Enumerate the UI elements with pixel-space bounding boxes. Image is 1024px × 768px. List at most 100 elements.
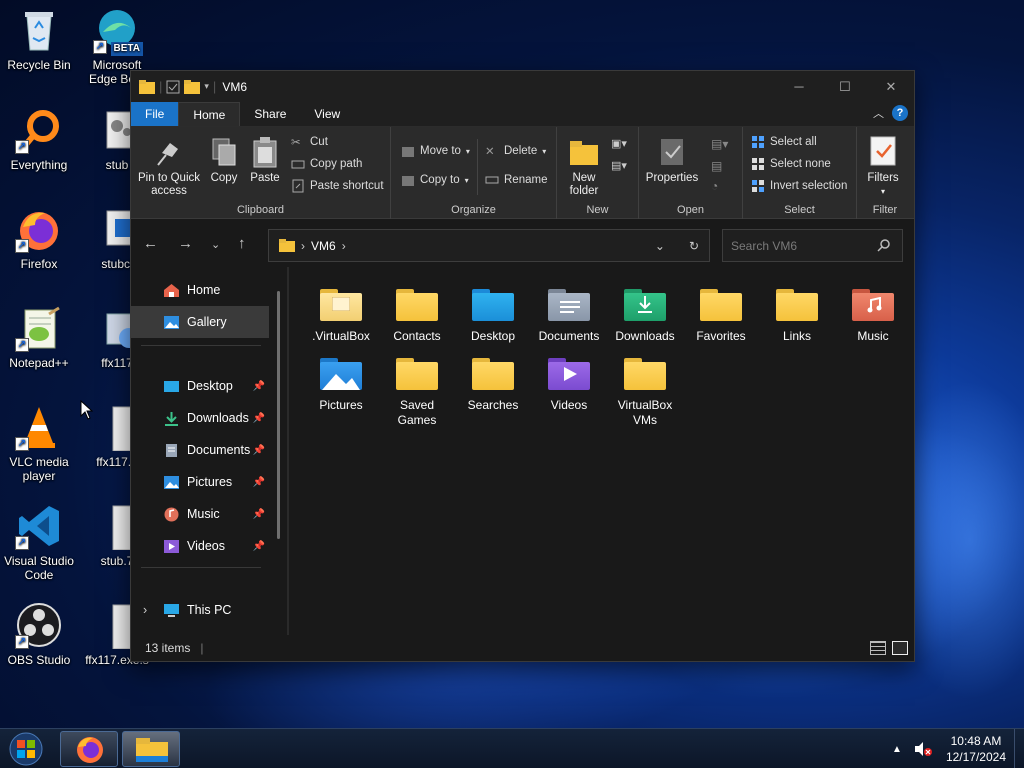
desktop-icon-notepadpp[interactable]: ↗ Notepad++ (0, 304, 78, 370)
home-icon (163, 283, 180, 298)
easy-access-icon[interactable]: ▤▾ (611, 159, 627, 172)
desktop-icon-obs[interactable]: ↗ OBS Studio (0, 601, 78, 667)
pin-icon[interactable]: 📌 (253, 413, 265, 424)
breadcrumb-vm6[interactable]: VM6 (311, 239, 336, 253)
nav-item-documents[interactable]: Documents 📌 (131, 434, 269, 466)
filters-button[interactable]: Filters ▾ (861, 135, 905, 198)
address-history-chevron-icon[interactable]: ⌄ (655, 239, 665, 253)
tab-view[interactable]: View (300, 102, 354, 126)
close-button[interactable]: ✕ (868, 71, 914, 102)
folder-item[interactable]: VirtualBox VMs (607, 354, 683, 428)
folder-item[interactable]: Documents (531, 285, 607, 344)
folder-item[interactable]: Downloads (607, 285, 683, 344)
search-input[interactable]: Search VM6 (731, 239, 797, 253)
window-title: VM6 (222, 79, 247, 94)
folder-item[interactable]: Searches (455, 354, 531, 413)
pin-icon[interactable]: 📌 (253, 477, 265, 488)
rename-button[interactable]: Rename (485, 173, 547, 187)
details-view-icon[interactable] (870, 641, 886, 655)
minimize-button[interactable]: ─ (776, 71, 822, 102)
taskbar-file-explorer-button[interactable] (122, 731, 180, 767)
folder-item[interactable]: Desktop (455, 285, 531, 344)
desktop-icon-everything[interactable]: ↗ Everything (0, 106, 78, 172)
title-bar[interactable]: | ▾ | VM6 ─ ☐ ✕ (131, 71, 914, 102)
item-label: Saved Games (397, 398, 437, 427)
folder-item[interactable]: Videos (531, 354, 607, 413)
cut-button[interactable]: ✂ Cut (291, 135, 328, 149)
search-box[interactable]: Search VM6 (722, 229, 903, 262)
select-none-button[interactable]: Select none (751, 157, 831, 171)
delete-button[interactable]: ✕ Delete ▾ (485, 144, 546, 158)
copy-to-icon (401, 173, 415, 187)
invert-selection-button[interactable]: Invert selection (751, 179, 847, 193)
select-all-button[interactable]: Select all (751, 135, 817, 149)
nav-item-music[interactable]: Music 📌 (131, 498, 269, 530)
back-arrow-icon[interactable]: ← (143, 235, 158, 252)
properties-button[interactable]: Properties (643, 135, 701, 185)
maximize-button[interactable]: ☐ (822, 71, 868, 102)
desktop-icon (163, 379, 180, 394)
edit-icon[interactable]: ▤ (711, 159, 722, 173)
expand-chevron-icon[interactable]: › (143, 603, 147, 617)
folder-item[interactable]: Saved Games (379, 354, 455, 428)
show-desktop-button[interactable] (1014, 729, 1024, 768)
show-hidden-icons-chevron-icon[interactable]: ▲ (892, 744, 902, 755)
nav-item-downloads[interactable]: Downloads 📌 (131, 402, 269, 434)
copy-button[interactable]: Copy (207, 135, 241, 185)
nav-item-videos[interactable]: Videos 📌 (131, 530, 269, 562)
pin-icon[interactable]: 📌 (253, 445, 265, 456)
search-icon (877, 239, 890, 252)
desktop-icon-vlc[interactable]: ↗ VLC media player (0, 403, 78, 483)
folder-item[interactable]: Contacts (379, 285, 455, 344)
nav-item-home[interactable]: Home (131, 274, 269, 306)
nav-item-pictures[interactable]: Pictures 📌 (131, 466, 269, 498)
help-icon[interactable]: ? (892, 105, 908, 121)
paste-shortcut-button[interactable]: Paste shortcut (291, 179, 384, 193)
nav-item-this-pc[interactable]: › This PC (131, 594, 269, 626)
paste-button[interactable]: Paste (247, 135, 283, 185)
move-to-button[interactable]: Move to ▾ (401, 144, 470, 158)
open-icon[interactable]: ▤▾ (711, 137, 728, 151)
large-icons-view-icon[interactable] (892, 641, 908, 655)
tab-share[interactable]: Share (240, 102, 300, 126)
clock[interactable]: 10:48 AM 12/17/2024 (946, 733, 1006, 765)
pin-icon[interactable]: 📌 (253, 509, 265, 520)
folder-item[interactable]: Pictures (303, 354, 379, 413)
copy-to-button[interactable]: Copy to ▾ (401, 173, 469, 187)
file-explorer-window[interactable]: | ▾ | VM6 ─ ☐ ✕ File Home Share View ︿ ?… (130, 70, 915, 662)
copy-path-button[interactable]: Copy path (291, 157, 362, 171)
up-arrow-icon[interactable]: ↑ (238, 235, 246, 252)
folder-item[interactable]: .VirtualBox (303, 285, 379, 344)
select-none-label: Select none (770, 158, 831, 170)
desktop-icon-recycle-bin[interactable]: Recycle Bin (0, 6, 78, 72)
customize-qa-chevron-icon[interactable]: ▾ (204, 81, 209, 92)
new-item-icon[interactable]: ▣▾ (611, 137, 627, 150)
address-bar[interactable]: › VM6 › ⌄ ↻ (268, 229, 710, 262)
refresh-icon[interactable]: ↻ (689, 239, 699, 253)
volume-muted-icon[interactable] (914, 741, 932, 757)
collapse-ribbon-chevron-icon[interactable]: ︿ (873, 105, 884, 121)
nav-item-gallery[interactable]: Gallery (131, 306, 269, 338)
desktop-icon-vscode[interactable]: ↗ Visual Studio Code (0, 502, 78, 582)
tab-file[interactable]: File (131, 102, 179, 126)
pin-icon[interactable]: 📌 (253, 541, 265, 552)
pin-icon[interactable]: 📌 (253, 381, 265, 392)
taskbar-firefox-button[interactable] (60, 731, 118, 767)
desktop-icon-firefox[interactable]: ↗ Firefox (0, 205, 78, 271)
pin-to-quick-access-button[interactable]: Pin to Quick access (135, 135, 203, 198)
nav-item-desktop[interactable]: Desktop 📌 (131, 370, 269, 402)
forward-arrow-icon[interactable]: → (178, 235, 193, 252)
folder-item[interactable]: Links (759, 285, 835, 344)
history-icon[interactable]: ◔ (711, 179, 718, 193)
tab-home[interactable]: Home (178, 102, 241, 126)
new-folder-button[interactable]: New folder (561, 135, 607, 198)
folder-item[interactable]: Favorites (683, 285, 759, 344)
recent-locations-chevron-icon[interactable]: ⌄ (211, 238, 220, 251)
new-folder-qa-icon[interactable] (184, 79, 201, 94)
beta-badge: BETA (110, 42, 143, 56)
folder-item[interactable]: Music (835, 285, 911, 344)
breadcrumb-separator-icon[interactable]: › (342, 239, 346, 253)
start-button[interactable] (6, 732, 46, 766)
properties-qa-icon[interactable] (166, 80, 180, 94)
nav-pane-scrollbar[interactable] (277, 291, 280, 539)
